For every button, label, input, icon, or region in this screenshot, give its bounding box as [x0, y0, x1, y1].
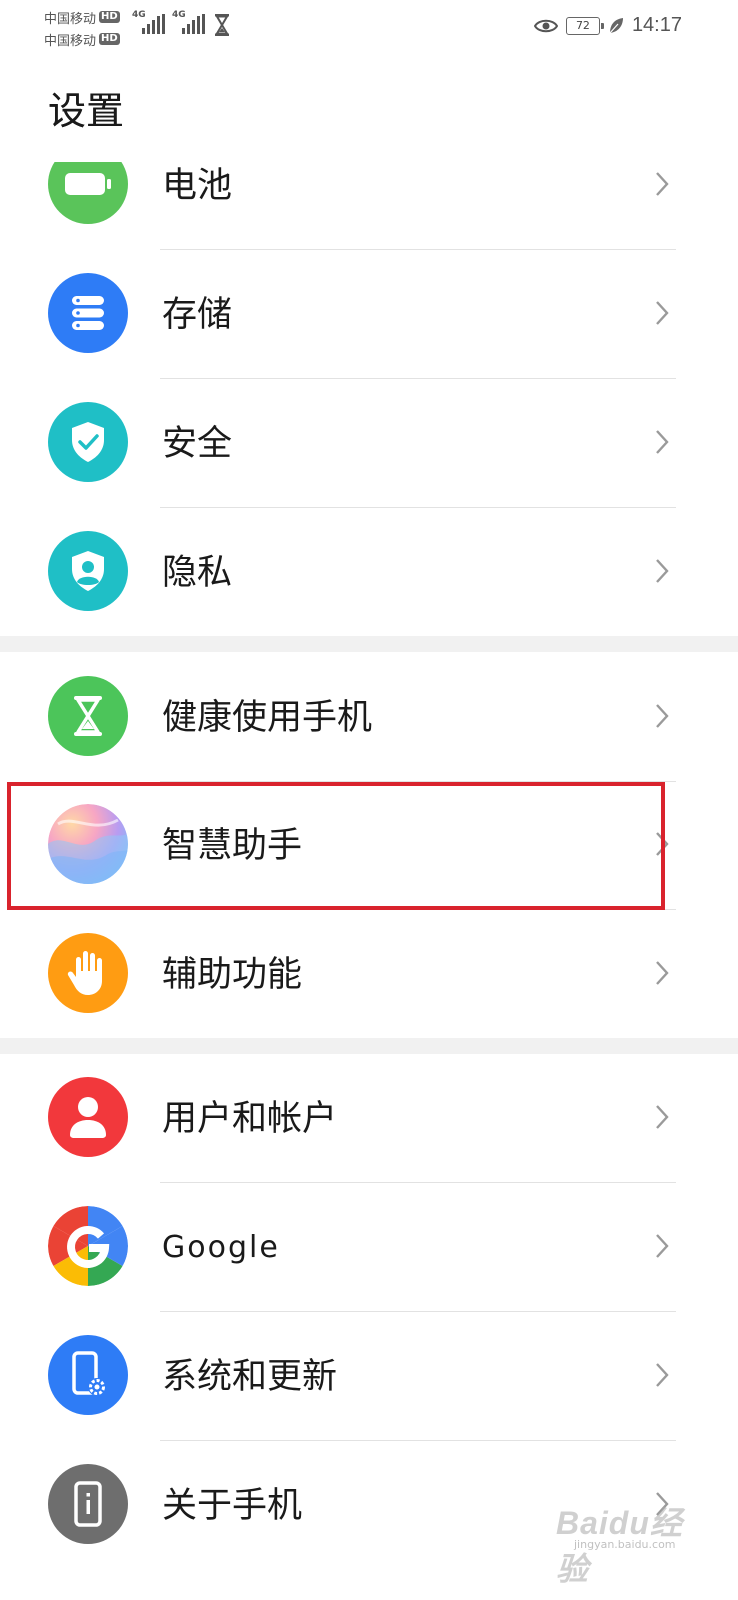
hourglass-icon	[48, 676, 128, 756]
phone-info-icon	[48, 1464, 128, 1544]
privacy-icon	[48, 531, 128, 611]
chevron-right-icon	[656, 1105, 669, 1129]
hand-icon	[48, 933, 128, 1013]
settings-item-label: 安全	[162, 424, 233, 464]
carrier-2: 中国移动	[44, 33, 97, 49]
section-gap	[0, 636, 738, 652]
google-icon	[48, 1206, 128, 1286]
chevron-right-icon	[656, 1234, 669, 1258]
settings-item-accessibility[interactable]: 辅助功能	[0, 909, 738, 1037]
settings-item-system-update[interactable]: 系统和更新	[0, 1311, 738, 1439]
section-gap	[0, 1038, 738, 1054]
status-bar: 中国移动 HD 中国移动 HD 4G 4G 72 14:17	[0, 0, 738, 62]
battery-level: 72	[575, 19, 590, 32]
phone-settings-icon	[48, 1335, 128, 1415]
carrier-info: 中国移动 HD 中国移动 HD	[44, 6, 120, 50]
settings-item-label: 关于手机	[162, 1486, 303, 1526]
settings-item-label: 存储	[162, 295, 233, 335]
hd-badge: HD	[99, 11, 120, 23]
eye-icon	[533, 19, 558, 32]
chevron-right-icon	[656, 430, 669, 454]
highlight-box	[7, 782, 665, 910]
settings-item-label: 健康使用手机	[162, 698, 373, 738]
user-icon	[48, 1077, 128, 1157]
hd-badge: HD	[99, 33, 120, 45]
settings-item-label: 隐私	[162, 553, 233, 593]
storage-icon	[48, 273, 128, 353]
chevron-right-icon	[656, 1363, 669, 1387]
settings-item-security[interactable]: 安全	[0, 378, 738, 506]
battery-status-icon: 72	[565, 16, 604, 35]
settings-item-digital-balance[interactable]: 健康使用手机	[0, 652, 738, 780]
shield-check-icon	[48, 402, 128, 482]
watermark-url: jingyan.baidu.com	[574, 1538, 676, 1551]
settings-item-users-accounts[interactable]: 用户和帐户	[0, 1054, 738, 1182]
settings-item-google[interactable]: Google	[0, 1182, 738, 1310]
settings-item-label: 用户和帐户	[162, 1099, 338, 1139]
settings-item-label: 辅助功能	[162, 955, 303, 995]
settings-item-label: Google	[162, 1230, 280, 1265]
hourglass-status-icon	[215, 14, 229, 36]
chevron-right-icon	[656, 301, 669, 325]
settings-item-label: 系统和更新	[162, 1357, 338, 1397]
clock: 14:17	[631, 14, 682, 36]
page-title-overlay: 设置	[48, 89, 125, 133]
status-right: 72 14:17	[533, 14, 682, 37]
settings-item-label: 电池	[162, 166, 233, 206]
chevron-right-icon	[656, 961, 669, 985]
watermark: Baidu经验 jingyan.baidu.com	[556, 1496, 706, 1587]
chevron-right-icon	[656, 559, 669, 583]
chevron-right-icon	[656, 704, 669, 728]
chevron-right-icon	[656, 172, 669, 196]
settings-item-storage[interactable]: 存储	[0, 250, 738, 378]
settings-item-privacy[interactable]: 隐私	[0, 507, 738, 635]
leaf-icon	[609, 17, 623, 33]
carrier-1: 中国移动	[44, 11, 97, 27]
